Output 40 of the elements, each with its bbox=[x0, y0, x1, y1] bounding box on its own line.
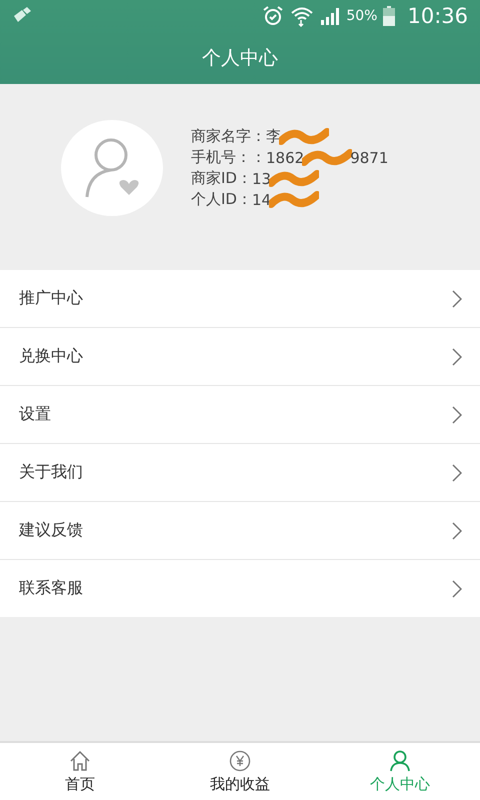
menu-label: 联系客服 bbox=[19, 578, 83, 599]
profile-value: 9871 bbox=[350, 148, 388, 166]
chevron-right-icon bbox=[452, 348, 462, 366]
menu-item[interactable]: 关于我们 bbox=[0, 444, 480, 502]
alarm-icon bbox=[262, 5, 284, 27]
home-icon bbox=[69, 750, 91, 772]
menu-label: 兑换中心 bbox=[19, 346, 83, 367]
yen-coin-icon bbox=[229, 750, 251, 772]
chevron-right-icon bbox=[452, 464, 462, 482]
user-heart-icon bbox=[83, 137, 141, 199]
profile-value: 李 bbox=[266, 127, 281, 146]
menu-item[interactable]: 推广中心 bbox=[0, 270, 480, 328]
signal-icon bbox=[320, 7, 340, 25]
menu-label: 设置 bbox=[19, 404, 51, 425]
battery-icon bbox=[383, 6, 396, 26]
wifi-icon bbox=[290, 5, 314, 27]
battery-percent: 50% bbox=[346, 8, 378, 24]
nav-tab[interactable]: 我的收益 bbox=[160, 743, 320, 800]
menu-item[interactable]: 兑换中心 bbox=[0, 328, 480, 386]
profile-value: 14 bbox=[252, 190, 272, 208]
profile-value: 1862 bbox=[266, 148, 304, 166]
chevron-right-icon bbox=[452, 290, 462, 308]
profile-value: 13 bbox=[252, 170, 272, 188]
menu-item[interactable]: 设置 bbox=[0, 386, 480, 444]
profile-label: 个人ID： bbox=[191, 190, 252, 209]
menu-label: 关于我们 bbox=[19, 462, 83, 483]
nav-tab[interactable]: 首页 bbox=[0, 743, 160, 800]
person-icon bbox=[389, 750, 411, 772]
page-title: 个人中心 bbox=[202, 46, 278, 71]
menu-item[interactable]: 联系客服 bbox=[0, 560, 480, 617]
profile-label: 商家ID： bbox=[191, 169, 252, 188]
menu-label: 推广中心 bbox=[19, 288, 83, 309]
menu-item[interactable]: 建议反馈 bbox=[0, 502, 480, 560]
profile-label: 手机号：： bbox=[191, 148, 266, 167]
chevron-right-icon bbox=[452, 580, 462, 598]
menu-label: 建议反馈 bbox=[19, 520, 83, 541]
chevron-right-icon bbox=[452, 522, 462, 540]
clock: 10:36 bbox=[407, 4, 468, 28]
profile-label: 商家名字： bbox=[191, 127, 266, 146]
chevron-right-icon bbox=[452, 406, 462, 424]
